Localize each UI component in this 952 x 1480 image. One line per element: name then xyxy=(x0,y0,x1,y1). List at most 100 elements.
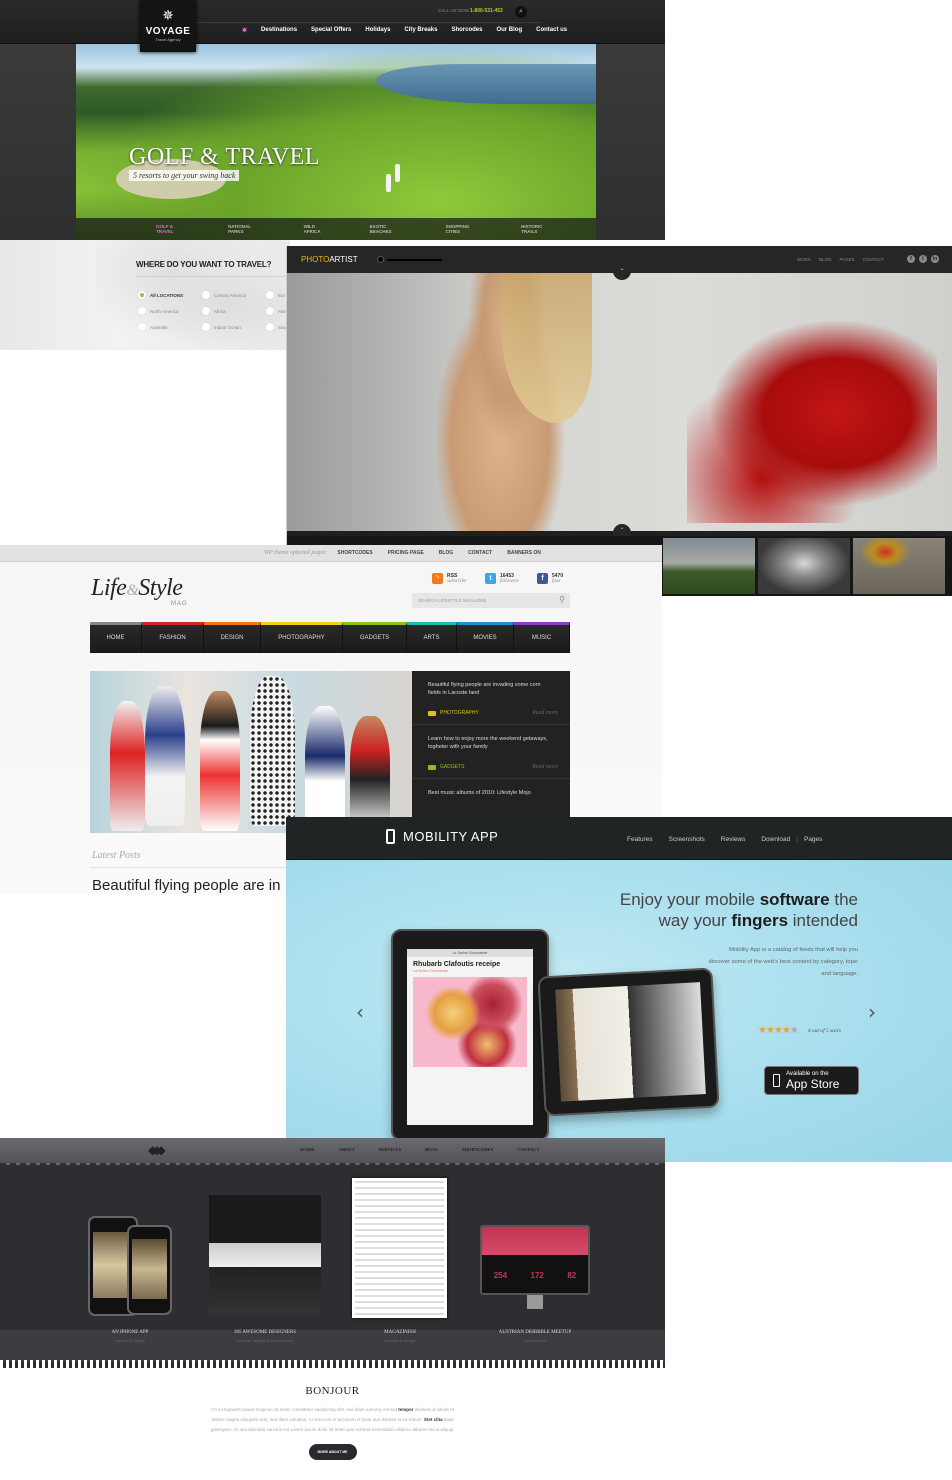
featured-fashion-photo[interactable] xyxy=(90,671,412,833)
portfolio-item-caption[interactable]: 305 AWESOME DESIGNERS concept, design & d… xyxy=(190,1330,340,1343)
radio-north-america[interactable]: North America xyxy=(138,307,179,315)
tab-shopping-cities[interactable]: SHOPPING CITIES xyxy=(446,224,483,234)
nav-blog[interactable]: BLOG xyxy=(819,257,832,262)
nav-reviews[interactable]: Reviews xyxy=(721,836,746,843)
twitter-icon[interactable]: t xyxy=(919,255,927,263)
nav-photography[interactable]: PHOTOGRAPHY xyxy=(261,622,343,653)
tab-wild-africa[interactable]: WILD AFRICA xyxy=(304,224,332,234)
thumbnail-chef[interactable] xyxy=(758,538,850,594)
tab-golf-travel[interactable]: GOLF & TRAVEL xyxy=(156,224,190,234)
nav-arts[interactable]: ARTS xyxy=(407,622,457,653)
linkedin-icon[interactable]: in xyxy=(931,255,939,263)
nav-contact-us[interactable]: Contact us xyxy=(536,27,567,34)
diamond-logo-icon[interactable]: ◆◆◆ xyxy=(148,1143,166,1157)
nav-city-breaks[interactable]: City Breaks xyxy=(404,27,437,34)
post-title[interactable]: Best music albums of 2010: Lifestyle Moj… xyxy=(428,789,554,797)
link-pricing-page[interactable]: PRICING PAGE xyxy=(388,550,424,556)
search-placeholder: SEARCH LIFESTYLE MAGAZINE xyxy=(418,598,487,603)
latest-post-headline[interactable]: Beautiful flying people are in xyxy=(92,877,280,894)
chevron-right-icon[interactable]: › xyxy=(868,1000,876,1024)
nav-features[interactable]: Features xyxy=(627,836,653,843)
rss-icon: ◝ xyxy=(432,573,443,584)
nav-gadgets[interactable]: GADGETS xyxy=(343,622,407,653)
featured-photo xyxy=(287,273,952,531)
item-title: MAGAZINISH xyxy=(384,1330,416,1335)
post-title[interactable]: Beautiful flying people are invading som… xyxy=(428,681,554,697)
nav-design[interactable]: DESIGN xyxy=(204,622,261,653)
nav-holidays[interactable]: Holidays xyxy=(365,27,390,34)
nav-fashion[interactable]: FASHION xyxy=(142,622,204,653)
tab-national-parks[interactable]: NATIONAL PARKS xyxy=(228,224,265,234)
radio-all-locations[interactable]: All LOCATIONS xyxy=(138,291,183,299)
nav-special-offers[interactable]: Special Offers xyxy=(311,27,351,34)
chevron-left-icon[interactable]: ‹ xyxy=(356,1000,364,1024)
tab-exotic-beaches[interactable]: EXOTIC BEACHES xyxy=(370,224,408,234)
camera-icon xyxy=(428,710,436,716)
nav-shortcodes[interactable]: Shorcodes xyxy=(451,27,482,34)
search-icon[interactable]: ⚲ xyxy=(559,595,565,604)
portfolio-item-caption[interactable]: AN IPHONE APP concept & design xyxy=(55,1330,205,1343)
post-title[interactable]: Learn how to enjoy more the weekend geta… xyxy=(428,735,554,751)
nav-our-blog[interactable]: Our Blog xyxy=(496,27,522,34)
post-category[interactable]: GADGETS xyxy=(428,764,464,770)
nav-work[interactable]: WORK xyxy=(300,1147,315,1152)
slider-knob[interactable] xyxy=(377,256,384,263)
nav-screenshots[interactable]: Screenshots xyxy=(669,836,705,843)
nav-music[interactable]: MUSIC xyxy=(514,622,570,653)
chevron-down-icon[interactable]: ⌄ xyxy=(613,524,631,536)
radio-indian-ocean[interactable]: Indian Ocean xyxy=(202,323,241,331)
portfolio-item-caption[interactable]: AUSTRIAN DRIBBBLE MEETUP development xyxy=(460,1330,610,1343)
facebook-fans[interactable]: f 5470 fans xyxy=(537,573,563,584)
tab-historic-trails[interactable]: HISTORIC TRAILS xyxy=(521,224,558,234)
search-icon[interactable]: ⌕ xyxy=(515,6,527,18)
thumbnail-magician[interactable] xyxy=(853,538,945,594)
more-about-me-button[interactable]: MORE ABOUT ME xyxy=(308,1444,357,1460)
twitter-followers[interactable]: t 16453 followers xyxy=(485,573,519,584)
radio-africa[interactable]: Africa xyxy=(202,307,226,315)
nav-services[interactable]: SERVICES xyxy=(379,1147,401,1152)
item-title: AN IPHONE APP xyxy=(111,1330,149,1335)
nav-contact[interactable]: CONTACT xyxy=(863,257,884,262)
lifestyle-logo[interactable]: Life&Style MAG xyxy=(91,575,187,607)
designers-site-thumb[interactable] xyxy=(209,1195,321,1315)
nav-about[interactable]: ABOUT xyxy=(339,1147,355,1152)
magazinish-site-thumb[interactable] xyxy=(352,1178,447,1318)
mobility-logo[interactable]: MOBILITY APP xyxy=(386,829,498,844)
search-input[interactable]: SEARCH LIFESTYLE MAGAZINE ⚲ xyxy=(412,593,570,608)
home-star-icon[interactable]: ✱ xyxy=(242,27,247,34)
nav-work[interactable]: WORK xyxy=(797,257,811,262)
slideshow-progress-slider[interactable] xyxy=(377,256,443,263)
post-category[interactable]: PHOTOGRAPHY xyxy=(428,710,479,716)
photoartist-logo[interactable]: PHOTOARTIST xyxy=(301,255,358,264)
nav-home[interactable]: HOME xyxy=(90,622,142,653)
voyage-logo[interactable]: ✵ VOYAGE Travel Agency xyxy=(140,0,196,52)
link-shortcodes[interactable]: SHORTCODES xyxy=(337,550,372,556)
dribbble-meetup-thumb[interactable]: 254 172 82 xyxy=(480,1225,590,1295)
nav-shortcodes[interactable]: SHORTCODES xyxy=(462,1147,493,1152)
nav-movies[interactable]: MOVIES xyxy=(457,622,514,653)
rss-subscribe[interactable]: ◝ RSS subscribe xyxy=(432,573,466,584)
app-store-button[interactable]: Available on the App Store xyxy=(764,1066,859,1095)
nav-contact[interactable]: CONTACT xyxy=(517,1147,539,1152)
radio-australia[interactable]: Australia xyxy=(138,323,168,331)
nav-pages[interactable]: Pages xyxy=(804,836,822,843)
link-banners-on[interactable]: BANNERS ON xyxy=(507,550,541,556)
radio-asia[interactable]: Asia xyxy=(266,307,287,315)
link-contact[interactable]: CONTACT xyxy=(468,550,492,556)
radio-south[interactable]: Sou xyxy=(266,323,286,331)
featured-post[interactable]: Beautiful flying people are invading som… xyxy=(412,671,570,725)
nav-destinations[interactable]: Destinations xyxy=(261,27,297,34)
link-blog[interactable]: BLOG xyxy=(439,550,453,556)
read-more-link[interactable]: Read more xyxy=(532,764,558,770)
radio-europe[interactable]: Eur xyxy=(266,291,285,299)
read-more-link[interactable]: Read more xyxy=(532,710,558,716)
thumbnail-field[interactable] xyxy=(663,538,755,594)
iphone-mockup[interactable] xyxy=(127,1225,172,1315)
nav-download[interactable]: Download xyxy=(761,836,790,843)
nav-blog[interactable]: BLOG xyxy=(425,1147,438,1152)
nav-pages[interactable]: PAGES xyxy=(840,257,855,262)
facebook-icon[interactable]: f xyxy=(907,255,915,263)
portfolio-item-caption[interactable]: MAGAZINISH concept & design xyxy=(325,1330,475,1343)
featured-post[interactable]: Learn how to enjoy more the weekend geta… xyxy=(412,725,570,779)
radio-central-america[interactable]: Central America xyxy=(202,291,246,299)
